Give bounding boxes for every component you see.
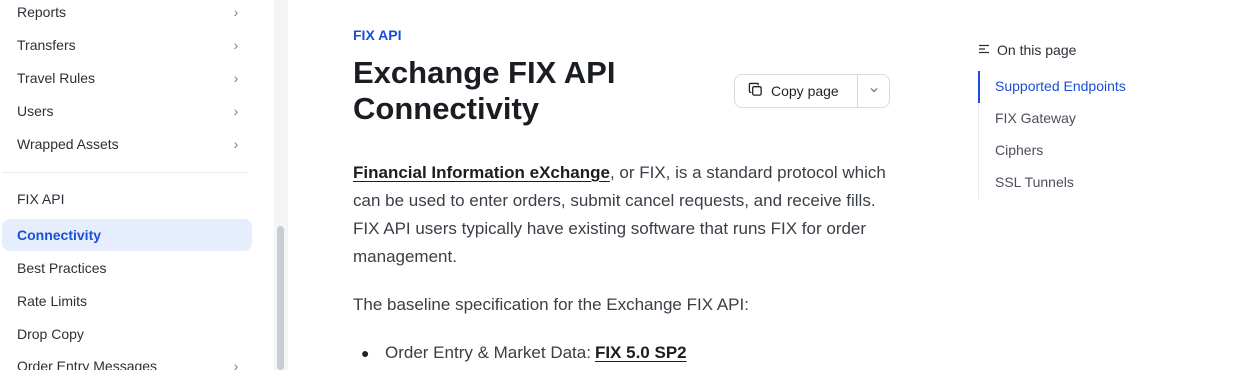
sidebar-item-wrapped-assets[interactable]: Wrapped Assets › (2, 128, 252, 160)
sidebar-item-label: Wrapped Assets (17, 136, 119, 152)
list-item: ● Order Entry & Market Data: FIX 5.0 SP2 (361, 339, 687, 367)
page-title: Exchange FIX API Connectivity (353, 55, 616, 126)
sidebar-scrollbar-thumb[interactable] (277, 226, 284, 370)
list-icon (978, 42, 990, 58)
sidebar-item-transfers[interactable]: Transfers › (2, 29, 252, 61)
intro-paragraph: Financial Information eXchange, or FIX, … (353, 159, 893, 271)
chevron-right-icon: › (233, 4, 239, 20)
sidebar-section-label: FIX API (17, 191, 65, 207)
sidebar-item-best-practices[interactable]: Best Practices (2, 252, 252, 284)
toc-list: Supported Endpoints FIX Gateway Ciphers … (978, 71, 1198, 199)
sidebar-item-label: Transfers (17, 37, 76, 53)
toc-item-supported-endpoints[interactable]: Supported Endpoints (995, 78, 1126, 94)
sidebar-item-travel-rules[interactable]: Travel Rules › (2, 62, 252, 94)
fix-spec-link[interactable]: FIX 5.0 SP2 (595, 339, 687, 367)
sidebar-item-label: Rate Limits (17, 293, 88, 309)
toc-item-ciphers[interactable]: Ciphers (995, 142, 1043, 158)
toc-item-fix-gateway[interactable]: FIX Gateway (995, 110, 1076, 126)
copy-page-split-button: Copy page (734, 74, 890, 108)
sidebar-item-label: Best Practices (17, 260, 107, 276)
chevron-right-icon: › (233, 136, 239, 152)
sidebar-item-rate-limits[interactable]: Rate Limits (2, 285, 252, 317)
sidebar-divider (2, 172, 248, 173)
toc-active-indicator (978, 71, 980, 103)
copy-icon (748, 82, 763, 100)
chevron-down-icon (869, 85, 879, 98)
chevron-right-icon: › (233, 103, 239, 119)
sidebar-item-label: Users (17, 103, 54, 119)
sidebar-item-label: Reports (17, 4, 67, 20)
chevron-right-icon: › (233, 37, 239, 53)
sidebar-item-label: Travel Rules (17, 70, 96, 86)
copy-options-dropdown-button[interactable] (858, 75, 889, 107)
breadcrumb[interactable]: FIX API (353, 27, 402, 43)
bullet-text: Order Entry & Market Data: (385, 343, 591, 362)
sidebar-item-drop-copy[interactable]: Drop Copy (2, 318, 252, 350)
sidebar-item-label: Connectivity (17, 227, 102, 243)
fix-wiki-link[interactable]: Financial Information eXchange (353, 163, 610, 182)
baseline-paragraph: The baseline specification for the Excha… (353, 295, 749, 314)
sidebar: Reports › Transfers › Travel Rules › Use… (0, 0, 288, 370)
sidebar-item-label: Drop Copy (17, 326, 84, 342)
sidebar-item-users[interactable]: Users › (2, 95, 252, 127)
copy-page-button[interactable]: Copy page (735, 75, 857, 107)
sidebar-item-reports[interactable]: Reports › (2, 0, 252, 28)
sidebar-item-label: Order Entry Messages (17, 358, 158, 370)
copy-page-label: Copy page (771, 83, 839, 99)
toc-heading: On this page (978, 42, 1076, 58)
sidebar-item-order-entry-messages[interactable]: Order Entry Messages › (2, 350, 252, 370)
chevron-right-icon: › (233, 358, 239, 370)
chevron-right-icon: › (233, 70, 239, 86)
toc-heading-label: On this page (997, 42, 1077, 58)
toc-item-ssl-tunnels[interactable]: SSL Tunnels (995, 174, 1074, 190)
sidebar-item-connectivity[interactable]: Connectivity (2, 219, 252, 251)
bullet-icon: ● (361, 345, 370, 361)
